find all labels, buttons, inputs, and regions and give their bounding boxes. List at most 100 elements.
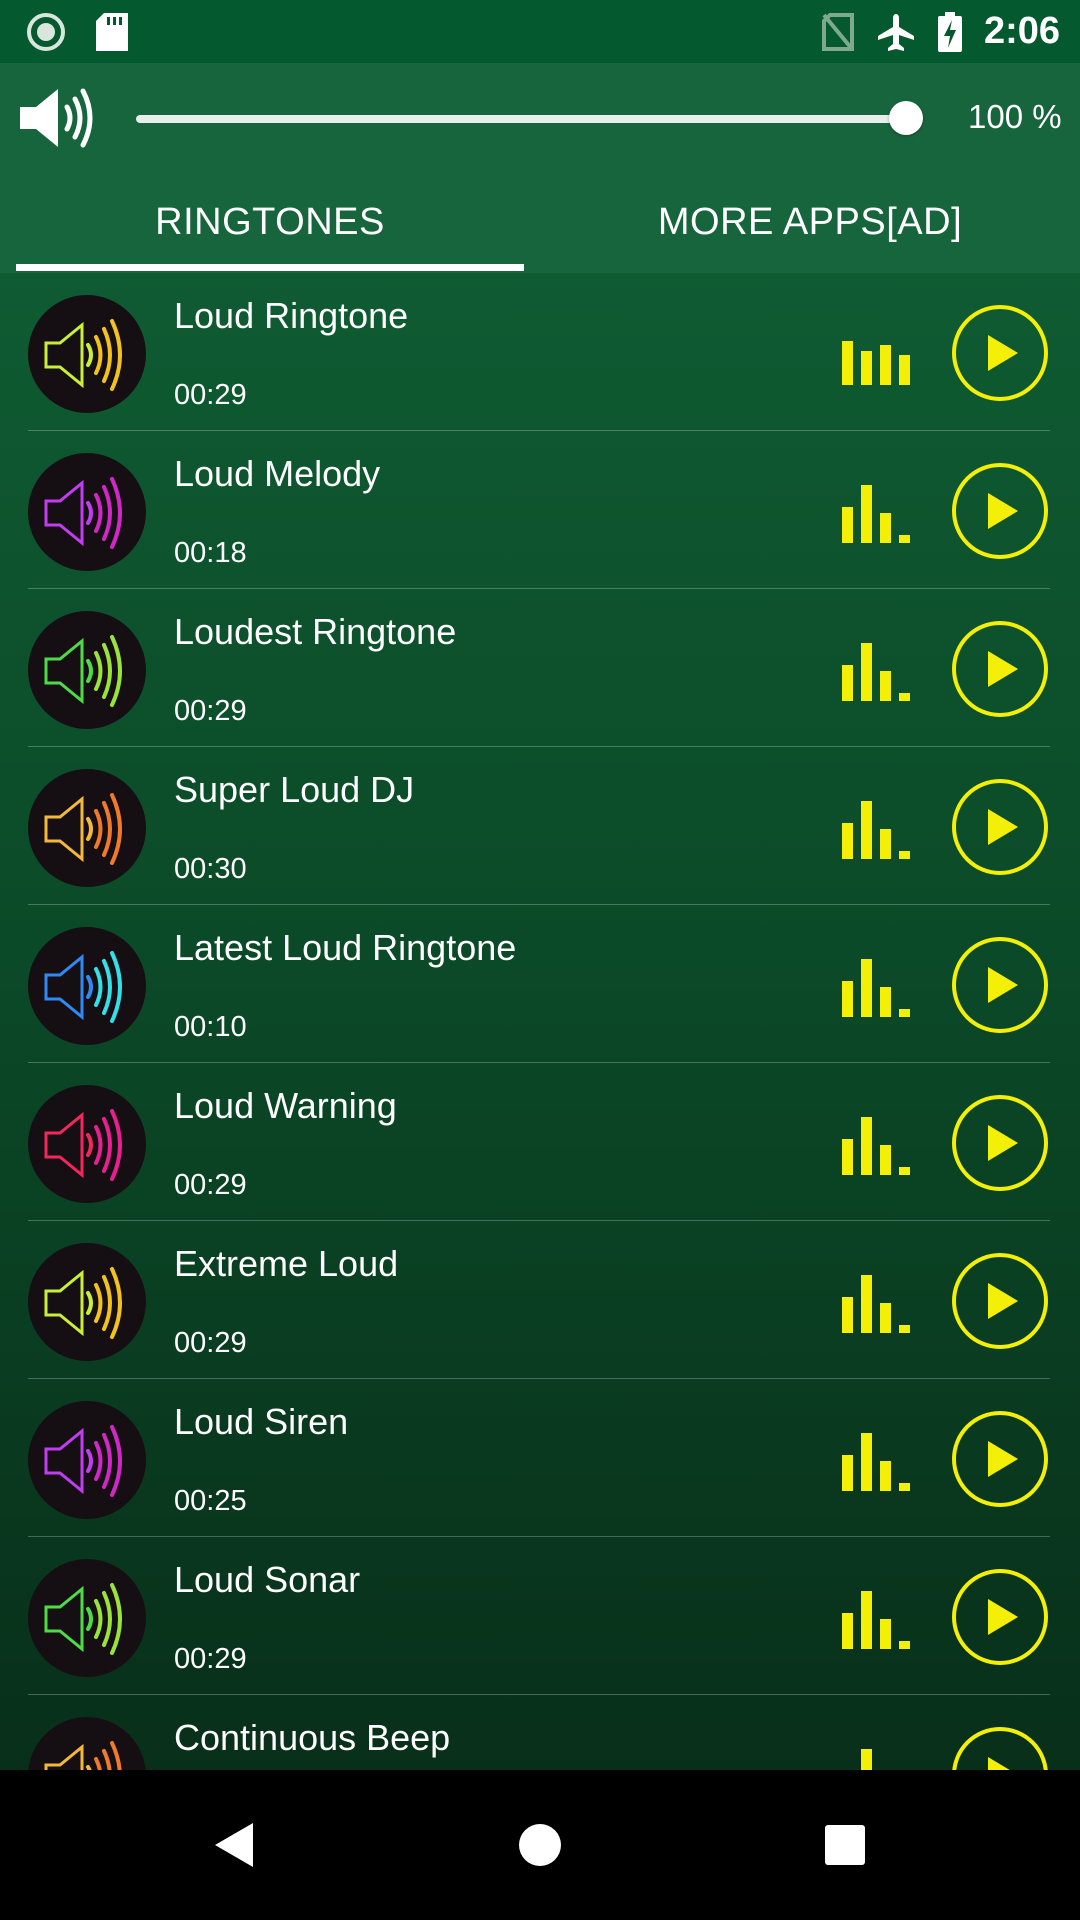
equalizer-icon[interactable] xyxy=(842,1749,912,1770)
equalizer-icon[interactable] xyxy=(842,801,912,859)
play-button[interactable] xyxy=(952,621,1048,717)
play-button[interactable] xyxy=(952,305,1048,401)
ringtone-title: Loud Siren xyxy=(174,1401,349,1442)
play-button[interactable] xyxy=(952,1095,1048,1191)
equalizer-bar xyxy=(880,1303,891,1333)
equalizer-bar xyxy=(842,981,853,1017)
equalizer-bar xyxy=(861,1749,872,1770)
volume-slider-thumb[interactable] xyxy=(889,101,923,135)
play-icon xyxy=(988,651,1018,687)
ringtone-row[interactable]: Super Loud DJ 00:30 xyxy=(0,747,1080,905)
equalizer-bar xyxy=(880,829,891,859)
ringtone-list[interactable]: Loud Ringtone 00:29 Loud Melody 00:18 Loudes… xyxy=(0,273,1080,1770)
equalizer-bar xyxy=(880,513,891,543)
ringtone-duration: 00:29 xyxy=(174,695,247,727)
play-button[interactable] xyxy=(952,937,1048,1033)
ringtone-title: Latest Loud Ringtone xyxy=(174,927,517,968)
recent-apps-button[interactable] xyxy=(785,1770,905,1920)
play-icon xyxy=(988,335,1018,371)
equalizer-bar xyxy=(842,341,853,385)
ringtone-row[interactable]: Continuous Beep xyxy=(0,1695,1080,1770)
play-button[interactable] xyxy=(952,1411,1048,1507)
tab-more-apps[interactable]: MORE APPS[AD] xyxy=(540,173,1080,273)
ringtone-avatar xyxy=(28,295,146,413)
equalizer-icon[interactable] xyxy=(842,327,912,385)
ringtone-duration: 00:29 xyxy=(174,379,247,411)
record-icon xyxy=(27,13,65,51)
ringtone-avatar xyxy=(28,611,146,729)
play-button[interactable] xyxy=(952,779,1048,875)
equalizer-bar xyxy=(842,665,853,701)
ringtone-title: Loud Sonar xyxy=(174,1559,361,1600)
ringtone-row[interactable]: Latest Loud Ringtone 00:10 xyxy=(0,905,1080,1063)
ringtone-duration: 00:10 xyxy=(174,1011,247,1043)
speaker-icon xyxy=(44,319,122,391)
play-icon xyxy=(988,1441,1018,1477)
play-button[interactable] xyxy=(952,1253,1048,1349)
ringtone-title: Super Loud DJ xyxy=(174,769,415,810)
equalizer-bar xyxy=(842,507,853,543)
speaker-icon xyxy=(44,635,122,707)
play-button[interactable] xyxy=(952,1569,1048,1665)
ringtone-avatar xyxy=(28,1401,146,1519)
tab-indicator xyxy=(16,264,524,271)
ringtone-row[interactable]: Loud Siren 00:25 xyxy=(0,1379,1080,1537)
volume-slider-track xyxy=(136,115,906,123)
ringtone-avatar xyxy=(28,1717,146,1770)
equalizer-icon[interactable] xyxy=(842,485,912,543)
ringtone-title: Loud Warning xyxy=(174,1085,397,1126)
home-button[interactable] xyxy=(480,1770,600,1920)
equalizer-bar xyxy=(899,1483,910,1491)
speaker-icon xyxy=(44,1109,122,1181)
ringtone-title: Extreme Loud xyxy=(174,1243,399,1284)
play-icon xyxy=(988,1283,1018,1319)
equalizer-bar xyxy=(842,1455,853,1491)
ringtone-row[interactable]: Loud Warning 00:29 xyxy=(0,1063,1080,1221)
ringtone-row[interactable]: Loud Ringtone 00:29 xyxy=(0,273,1080,431)
equalizer-bar xyxy=(861,959,872,1017)
play-icon xyxy=(988,1757,1010,1770)
ringtone-row[interactable]: Extreme Loud 00:29 xyxy=(0,1221,1080,1379)
ringtone-row[interactable]: Loud Sonar 00:29 xyxy=(0,1537,1080,1695)
equalizer-icon[interactable] xyxy=(842,1117,912,1175)
ringtone-row[interactable]: Loudest Ringtone 00:29 xyxy=(0,589,1080,747)
ringtone-title: Continuous Beep xyxy=(174,1717,451,1758)
home-icon xyxy=(519,1824,561,1866)
equalizer-bar xyxy=(842,823,853,859)
speaker-icon xyxy=(44,1267,122,1339)
equalizer-bar xyxy=(880,1619,891,1649)
equalizer-icon[interactable] xyxy=(842,1275,912,1333)
no-sim-icon xyxy=(821,12,854,51)
ringtone-duration: 00:29 xyxy=(174,1327,247,1359)
equalizer-bar xyxy=(842,1613,853,1649)
tab-ringtones[interactable]: RINGTONES xyxy=(0,173,540,273)
status-bar: 2:06 xyxy=(0,0,1080,63)
equalizer-bar xyxy=(880,1145,891,1175)
equalizer-icon[interactable] xyxy=(842,959,912,1017)
ringtone-duration: 00:30 xyxy=(174,853,247,885)
speaker-icon xyxy=(44,793,122,865)
play-button[interactable] xyxy=(952,463,1048,559)
equalizer-bar xyxy=(861,1591,872,1649)
equalizer-bar xyxy=(861,801,872,859)
speaker-icon xyxy=(44,951,122,1023)
equalizer-icon[interactable] xyxy=(842,1433,912,1491)
ringtone-avatar xyxy=(28,927,146,1045)
equalizer-icon[interactable] xyxy=(842,643,912,701)
play-icon xyxy=(988,493,1018,529)
ringtone-avatar xyxy=(28,1559,146,1677)
recent-apps-icon xyxy=(825,1825,865,1865)
speaker-icon[interactable] xyxy=(18,85,94,151)
equalizer-bar xyxy=(899,851,910,859)
equalizer-bar xyxy=(842,1297,853,1333)
equalizer-bar xyxy=(880,987,891,1017)
equalizer-bar xyxy=(861,351,872,385)
equalizer-bar xyxy=(880,345,891,385)
volume-slider[interactable] xyxy=(136,101,926,135)
ringtone-row[interactable]: Loud Melody 00:18 xyxy=(0,431,1080,589)
ringtone-avatar xyxy=(28,1243,146,1361)
equalizer-bar xyxy=(899,1325,910,1333)
play-button[interactable] xyxy=(952,1727,1048,1770)
equalizer-icon[interactable] xyxy=(842,1591,912,1649)
back-button[interactable] xyxy=(175,1770,295,1920)
